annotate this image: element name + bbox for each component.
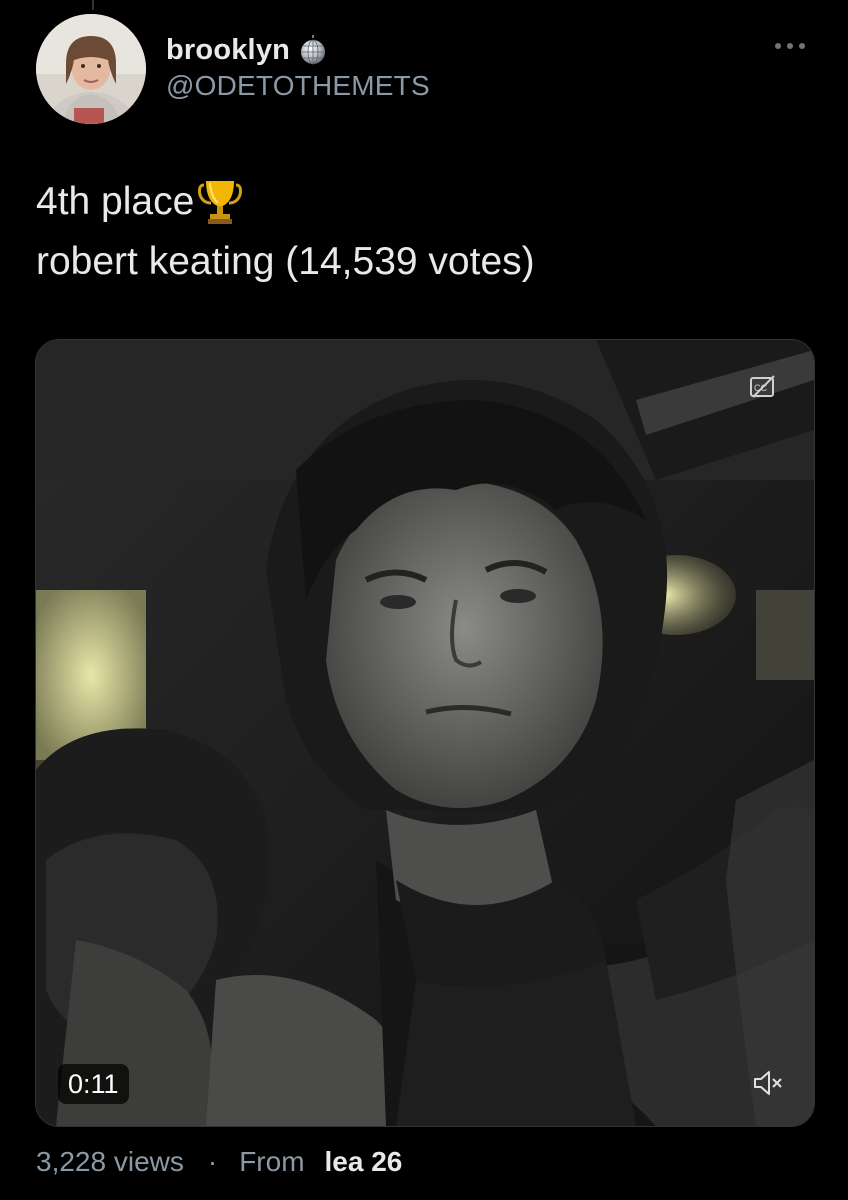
disco-ball-icon xyxy=(298,35,328,65)
source-link[interactable]: lea 26 xyxy=(325,1146,403,1178)
placement-text: 4th place xyxy=(36,180,195,223)
display-name-row: brooklyn xyxy=(166,32,430,68)
avatar[interactable] xyxy=(36,14,146,124)
user-handle[interactable]: @ODETOTHEMETS xyxy=(166,70,430,102)
tweet-text: 4th place robert keating (14,539 votes) xyxy=(36,172,812,292)
from-label: From xyxy=(239,1146,305,1177)
more-options-button[interactable] xyxy=(770,34,810,58)
thread-connector-line xyxy=(92,0,94,10)
more-horizontal-icon xyxy=(775,43,805,49)
meta-separator: · xyxy=(207,1146,218,1177)
display-name[interactable]: brooklyn xyxy=(166,34,290,67)
video-frame xyxy=(36,340,814,1126)
video-player[interactable]: CC 0:11 xyxy=(35,339,815,1127)
tweet-text-line-1: 4th place xyxy=(36,172,812,232)
view-count[interactable]: 3,228 views xyxy=(36,1146,184,1178)
tweet-header: brooklyn @ODETOTHEMETS xyxy=(36,14,812,124)
mute-button[interactable] xyxy=(748,1063,788,1103)
video-duration: 0:11 xyxy=(58,1064,129,1104)
author-names: brooklyn @ODETOTHEMETS xyxy=(166,32,430,102)
tweet-text-line-2: robert keating (14,539 votes) xyxy=(36,240,535,283)
trophy-icon xyxy=(198,179,243,225)
tweet-meta: 3,228 views · From lea 26 xyxy=(36,1146,402,1178)
closed-captions-off-icon: CC xyxy=(750,375,775,398)
captions-button[interactable]: CC xyxy=(746,370,780,404)
volume-muted-icon xyxy=(754,1071,782,1095)
